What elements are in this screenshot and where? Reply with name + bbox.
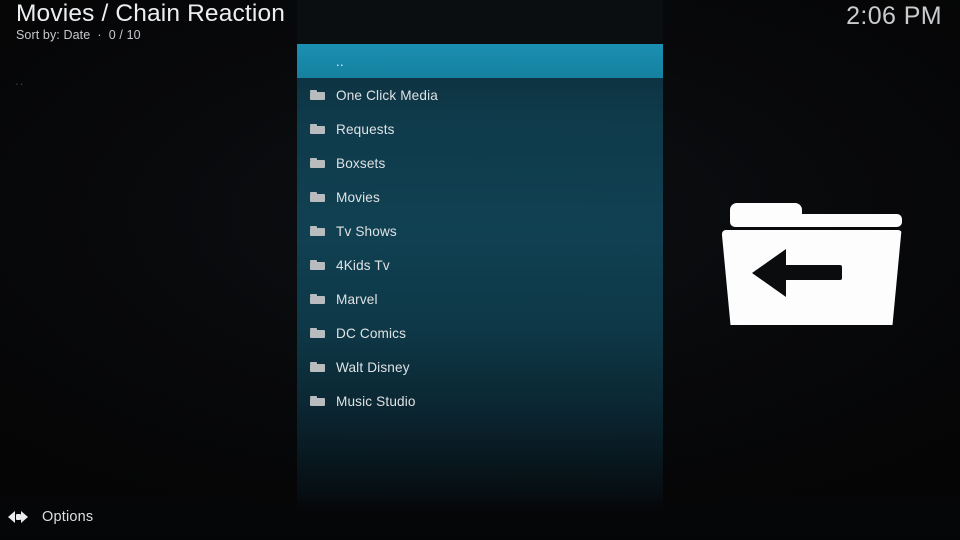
folder-icon [310,180,329,214]
options-button[interactable]: Options [0,502,93,532]
list-item-label: Movies [336,189,380,205]
folder-icon [310,248,329,282]
list-item-label: .. [336,53,345,69]
list-item[interactable]: 4Kids Tv [297,248,663,282]
folder-icon [310,282,329,316]
list-item[interactable]: .. [297,44,663,78]
list-item[interactable]: Boxsets [297,146,663,180]
folder-icon [310,384,329,418]
parent-folder-icon [721,203,902,325]
folder-icon [310,316,329,350]
list-item-label: Requests [336,121,395,137]
list-item-label: DC Comics [336,325,407,341]
list-item[interactable]: Marvel [297,282,663,316]
list-item[interactable]: Movies [297,180,663,214]
file-list-panel: .. One Click Media Requests Boxsets Movies Tv… [297,0,663,540]
parent-folder-icon-arrow-tail [783,265,842,280]
preview-area [663,44,960,494]
page-title: Movies / Chain Reaction [16,0,285,27]
left-right-arrows-icon [8,509,30,525]
folder-icon [310,146,329,180]
list-item-label: Marvel [336,291,378,307]
file-list[interactable]: .. One Click Media Requests Boxsets Movies Tv… [297,44,663,418]
list-item-label: 4Kids Tv [336,257,390,273]
parent-folder-icon-lip [729,214,902,227]
list-item-label: Boxsets [336,155,386,171]
list-item-label: One Click Media [336,87,438,103]
options-button-label: Options [42,509,94,525]
list-item-label: Tv Shows [336,223,397,239]
folder-icon [310,78,329,112]
list-item[interactable]: Music Studio [297,384,663,418]
list-item-label: Walt Disney [336,359,410,375]
left-rail-parent-label: .. [15,73,25,88]
list-item[interactable]: Requests [297,112,663,146]
no-icon [310,44,329,78]
parent-folder-icon-arrow-head [751,249,786,297]
list-item[interactable]: Tv Shows [297,214,663,248]
list-item[interactable]: Walt Disney [297,350,663,384]
clock: 2:06 PM [846,2,942,30]
page-subtitle-sort-info: Sort by: Date · 0 / 10 [16,28,141,42]
folder-icon [310,350,329,384]
header-text-block: Movies / Chain Reaction Sort by: Date · … [16,1,285,43]
list-item[interactable]: DC Comics [297,316,663,350]
bottom-bar: Options [0,494,960,540]
folder-icon [310,214,329,248]
folder-icon [310,112,329,146]
header-bar: Movies / Chain Reaction Sort by: Date · … [0,0,960,44]
list-item-label: Music Studio [336,393,416,409]
left-rail: .. [0,44,297,494]
list-item[interactable]: One Click Media [297,78,663,112]
